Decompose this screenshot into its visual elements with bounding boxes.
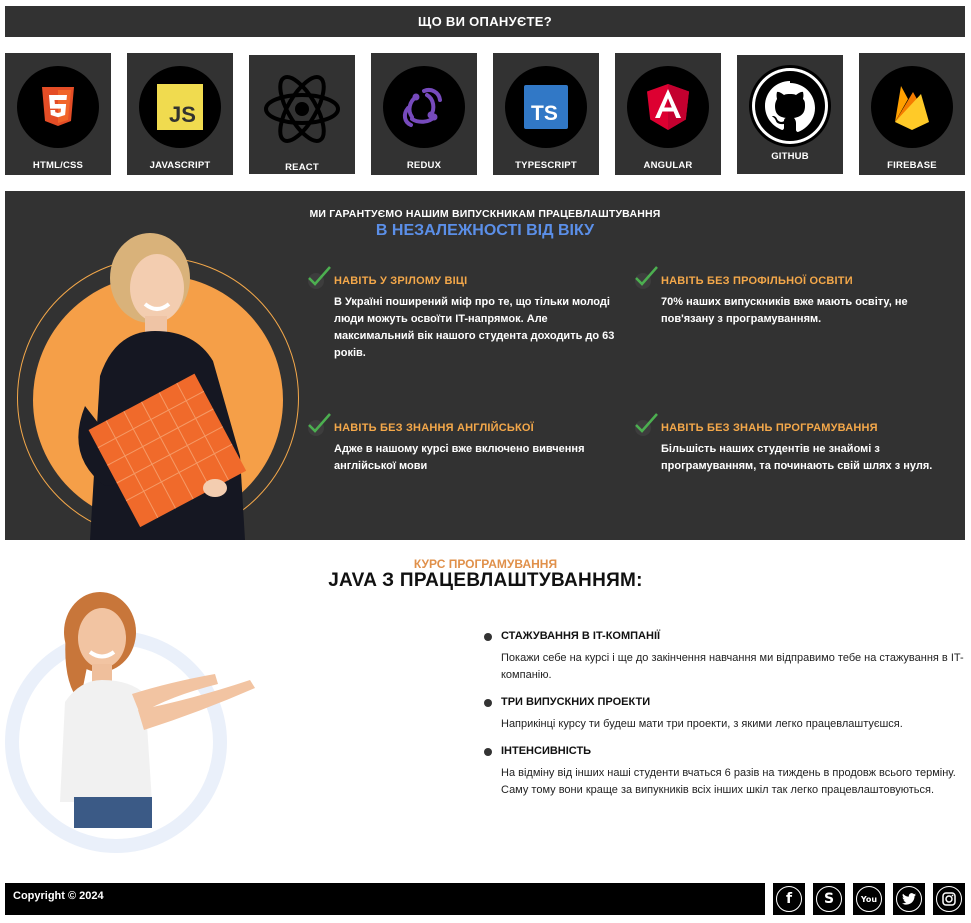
tech-label: REDUX [406, 160, 442, 171]
list-item-text: Наприкінці курсу ти будеш мати три проек… [501, 718, 903, 730]
feature-text: В Україні поширений міф про те, що тільк… [334, 296, 615, 359]
check-icon [308, 413, 331, 436]
bullet-icon [484, 748, 492, 756]
footer: Copyright © 2024 [5, 883, 765, 915]
facebook-icon: f [776, 886, 802, 912]
tech-label: GITHUB [771, 151, 809, 162]
tech-card-html-css: HTML/CSS [5, 53, 111, 175]
skype-link[interactable]: S [813, 883, 845, 915]
feature-mature-age: НАВІТЬ У ЗРІЛОМУ ВІЦІ В Україні поширени… [308, 266, 634, 362]
facebook-link[interactable]: f [773, 883, 805, 915]
redux-icon [402, 88, 442, 127]
tech-card-angular: ANGULAR [615, 53, 721, 175]
pointing-woman-photo [60, 592, 255, 828]
feature-text: Більшість наших студентів не знайомі з п… [661, 443, 933, 472]
tech-card-react: REACT [249, 55, 355, 174]
tech-label: REACT [285, 162, 319, 173]
youtube-link[interactable]: You [853, 883, 885, 915]
tech-label: HTML/CSS [32, 160, 84, 171]
html5-icon [42, 87, 74, 126]
feature-title: НАВІТЬ БЕЗ ЗНАНЬ ПРОГРАМУВАННЯ [661, 422, 878, 434]
instagram-icon [936, 886, 962, 912]
tech-card-github: GITHUB [737, 55, 843, 174]
list-item: СТАЖУВАННЯ В IT-КОМПАНІЇ Покажи себе на … [484, 630, 964, 684]
angular-icon [647, 84, 689, 130]
check-icon [308, 266, 331, 289]
feature-text: Адже в нашому курсі вже включено вивченн… [334, 443, 585, 472]
section-title-bar: ЩО ВИ ОПАНУЄТЕ? [5, 6, 965, 37]
section-title: ЩО ВИ ОПАНУЄТЕ? [418, 14, 552, 29]
tech-label: TYPESCRIPT [515, 160, 577, 171]
feature-no-programming: НАВІТЬ БЕЗ ЗНАНЬ ПРОГРАМУВАННЯ Більшість… [635, 413, 961, 475]
course-subtitle: КУРС ПРОГРАМУВАННЯ [413, 557, 558, 571]
svg-text:TS: TS [531, 102, 558, 125]
feature-no-english: НАВІТЬ БЕЗ ЗНАННЯ АНГЛІЙСЬКОЇ Адже в наш… [308, 413, 634, 475]
list-item-title: ТРИ ВИПУСКНИХ ПРОЕКТИ [501, 696, 651, 708]
youtube-icon: You [856, 886, 882, 912]
javascript-icon: JS [157, 84, 203, 130]
list-item-text: Покажи себе на курсі і ще до закінчення … [501, 652, 964, 681]
firebase-icon [895, 86, 929, 130]
list-item: ТРИ ВИПУСКНИХ ПРОЕКТИ Наприкінці курсу т… [484, 696, 964, 733]
technology-list: HTML/CSS JS JAVASCRIPT REACT REDUX TS TY… [5, 53, 965, 175]
check-icon [635, 266, 658, 289]
list-item-title: СТАЖУВАННЯ В IT-КОМПАНІЇ [501, 630, 661, 642]
course-benefits-list: СТАЖУВАННЯ В IT-КОМПАНІЇ Покажи себе на … [484, 630, 964, 799]
course-title: JAVA З ПРАЦЕВЛАШТУВАННЯМ: [328, 570, 643, 591]
feature-no-education: НАВІТЬ БЕЗ ПРОФІЛЬНОЇ ОСВІТИ 70% наших в… [635, 266, 961, 328]
feature-title: НАВІТЬ БЕЗ ПРОФІЛЬНОЇ ОСВІТИ [661, 275, 853, 287]
guarantee-title: МИ ГАРАНТУЄМО НАШИМ ВИПУСКНИКАМ ПРАЦЕВЛА… [309, 208, 661, 220]
react-icon [264, 75, 340, 143]
tech-label: FIREBASE [887, 160, 937, 171]
tech-label: ANGULAR [643, 160, 693, 171]
feature-text: 70% наших випускників вже мають освіту, … [661, 296, 908, 325]
feature-title: НАВІТЬ У ЗРІЛОМУ ВІЦІ [334, 275, 468, 287]
instagram-link[interactable] [933, 883, 965, 915]
bullet-icon [484, 699, 492, 707]
twitter-link[interactable] [893, 883, 925, 915]
student-photo [78, 233, 247, 540]
skype-icon: S [816, 886, 842, 912]
svg-text:JS: JS [169, 102, 196, 127]
check-icon [635, 413, 658, 436]
feature-title: НАВІТЬ БЕЗ ЗНАННЯ АНГЛІЙСЬКОЇ [334, 422, 534, 434]
copyright-text: Copyright © 2024 [13, 890, 104, 902]
tech-card-redux: REDUX [371, 53, 477, 175]
list-item-title: ІНТЕНСИВНІСТЬ [501, 745, 592, 757]
tech-card-firebase: FIREBASE [859, 53, 965, 175]
list-item-text: На відміну від інших наші студенти вчать… [501, 767, 956, 796]
typescript-icon: TS [524, 85, 568, 129]
github-icon [752, 68, 828, 144]
tech-card-javascript: JS JAVASCRIPT [127, 53, 233, 175]
twitter-icon [896, 886, 922, 912]
bullet-icon [484, 633, 492, 641]
tech-label: JAVASCRIPT [149, 160, 211, 171]
list-item: ІНТЕНСИВНІСТЬ На відміну від інших наші … [484, 745, 964, 799]
guarantee-section: МИ ГАРАНТУЄМО НАШИМ ВИПУСКНИКАМ ПРАЦЕВЛА… [5, 191, 965, 540]
tech-card-typescript: TS TYPESCRIPT [493, 53, 599, 175]
